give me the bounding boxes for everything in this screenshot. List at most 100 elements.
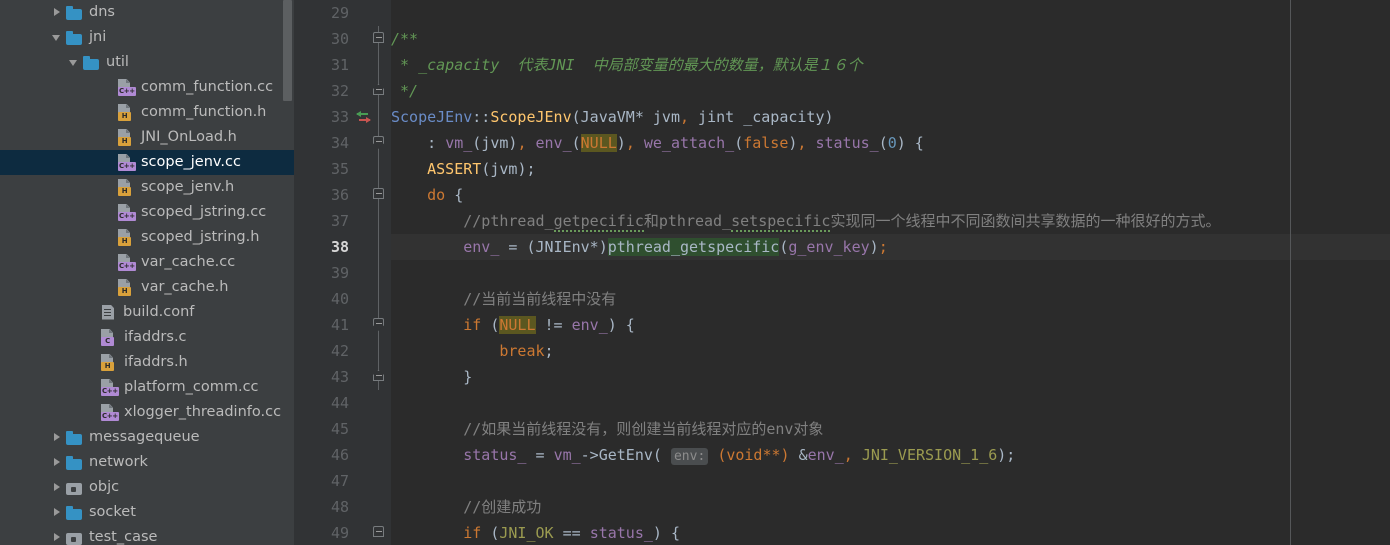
tree-item-xlogger-threadinfo-cc[interactable]: C++ xlogger_threadinfo.cc	[0, 400, 294, 425]
tree-item-objc[interactable]: objc	[0, 475, 294, 500]
fold-end-icon[interactable]	[373, 370, 386, 383]
h-file-icon: H	[117, 179, 135, 196]
code-line[interactable]: 46 status_ = vm_->GetEnv( env: (void**) …	[303, 442, 1390, 468]
code-line-text: //pthread_getpecific和pthread_setspecific…	[463, 212, 1221, 232]
code-line[interactable]: 37 //pthread_getpecific和pthread_setspeci…	[303, 208, 1390, 234]
tree-item-label: test_case	[89, 529, 158, 545]
tree-item-dns[interactable]: dns	[0, 0, 294, 25]
code-line[interactable]: 43 }	[303, 364, 1390, 390]
gutter-marks	[349, 442, 391, 468]
fold-collapse-icon[interactable]	[373, 136, 386, 149]
tree-item-ifaddrs-c[interactable]: Cifaddrs.c	[0, 325, 294, 350]
panel-divider[interactable]	[294, 0, 303, 545]
line-number: 42	[330, 342, 349, 360]
chevron-down-icon[interactable]	[68, 50, 83, 75]
line-number: 49	[330, 524, 349, 542]
code-line[interactable]: 31 * _capacity 代表JNI 中局部变量的最大的数量，默认是１６个	[303, 52, 1390, 78]
fold-end-icon[interactable]	[373, 84, 386, 97]
chevron-right-icon[interactable]	[51, 450, 66, 475]
tree-item-network[interactable]: network	[0, 450, 294, 475]
code-line[interactable]: 41 if (NULL != env_) {	[303, 312, 1390, 338]
code-line[interactable]: 47	[303, 468, 1390, 494]
code-line[interactable]: 36 do {	[303, 182, 1390, 208]
code-line[interactable]: 49 if (JNI_OK == status_) {	[303, 520, 1390, 545]
tree-item-ifaddrs-h[interactable]: Hifaddrs.h	[0, 350, 294, 375]
tree-item-scoped-jstring-h[interactable]: Hscoped_jstring.h	[0, 225, 294, 250]
folder-icon	[83, 55, 100, 71]
tree-item-comm-function-h[interactable]: Hcomm_function.h	[0, 100, 294, 125]
tree-item-label: scope_jenv.cc	[141, 154, 241, 170]
tree-item-platform-comm-cc[interactable]: C++ platform_comm.cc	[0, 375, 294, 400]
tree-item-label: scoped_jstring.h	[141, 229, 260, 245]
code-line[interactable]: 42 break;	[303, 338, 1390, 364]
tree-item-messagequeue[interactable]: messagequeue	[0, 425, 294, 450]
project-tree-panel[interactable]: dns jni util C++ comm_function.cc Hcomm_funct…	[0, 0, 294, 545]
chevron-right-icon[interactable]	[51, 475, 66, 500]
tree-item-var-cache-cc[interactable]: C++ var_cache.cc	[0, 250, 294, 275]
tree-item-label: jni	[89, 29, 107, 45]
code-line[interactable]: 34 : vm_(jvm), env_(NULL), we_attach_(fa…	[303, 130, 1390, 156]
code-line-text: break;	[499, 342, 554, 360]
gutter-marks	[349, 416, 391, 442]
fold-collapse-icon[interactable]	[373, 318, 386, 331]
tree-item-socket[interactable]: socket	[0, 500, 294, 525]
code-line-text: : vm_(jvm), env_(NULL), we_attach_(false…	[427, 134, 924, 152]
code-line[interactable]: 44	[303, 390, 1390, 416]
code-line[interactable]: 30 /**	[303, 26, 1390, 52]
file-type-badge: C++	[101, 412, 119, 421]
fold-connector	[378, 260, 379, 286]
chevron-right-icon[interactable]	[51, 425, 66, 450]
gutter-marks	[349, 0, 391, 26]
code-line[interactable]: 45 //如果当前线程没有，则创建当前线程对应的env对象	[303, 416, 1390, 442]
gutter-marks	[349, 156, 391, 182]
tree-item-scope-jenv-h[interactable]: Hscope_jenv.h	[0, 175, 294, 200]
override-implement-icon[interactable]	[355, 110, 373, 125]
code-line[interactable]: 35 ASSERT(jvm);	[303, 156, 1390, 182]
code-line-text: //如果当前线程没有，则创建当前线程对应的env对象	[463, 420, 824, 438]
sidebar-scrollbar-track[interactable]	[283, 0, 293, 545]
tree-item-test-case[interactable]: test_case	[0, 525, 294, 545]
tree-item-label: scope_jenv.h	[141, 179, 235, 195]
file-type-badge: H	[118, 112, 131, 121]
line-number: 34	[330, 134, 349, 152]
right-margin-guide	[1290, 0, 1291, 545]
tree-item-build-conf[interactable]: build.conf	[0, 300, 294, 325]
tree-item-scope-jenv-cc[interactable]: C++ scope_jenv.cc	[0, 150, 294, 175]
fold-collapse-icon[interactable]	[373, 32, 386, 45]
line-number: 48	[330, 498, 349, 516]
line-number: 40	[330, 290, 349, 308]
chevron-right-icon[interactable]	[51, 525, 66, 545]
tree-item-comm-function-cc[interactable]: C++ comm_function.cc	[0, 75, 294, 100]
chevron-right-icon[interactable]	[51, 0, 66, 25]
project-tree[interactable]: dns jni util C++ comm_function.cc Hcomm_funct…	[0, 0, 294, 545]
code-line-text: status_ = vm_->GetEnv( env: (void**) &en…	[463, 446, 1016, 465]
chevron-right-icon[interactable]	[51, 500, 66, 525]
fold-connector	[378, 234, 379, 260]
code-line[interactable]: 38 env_ = (JNIEnv*)pthread_getspecific(g…	[303, 234, 1390, 260]
tree-item-jni-onload-h[interactable]: H JNI_OnLoad.h	[0, 125, 294, 150]
line-number: 35	[330, 160, 349, 178]
code-line[interactable]: 32 */	[303, 78, 1390, 104]
code-line[interactable]: 33 ScopeJEnv::ScopeJEnv(JavaVM* jvm, jint…	[303, 104, 1390, 130]
editor-lines[interactable]: 29 30 /** 31 * _capacity 代表JNI 中局部变量的最大的数量，…	[303, 0, 1390, 545]
file-type-badge: C++	[118, 262, 136, 271]
tree-item-var-cache-h[interactable]: Hvar_cache.h	[0, 275, 294, 300]
fold-collapse-icon[interactable]	[373, 526, 386, 539]
code-line[interactable]: 48 //创建成功	[303, 494, 1390, 520]
code-editor[interactable]: 29 30 /** 31 * _capacity 代表JNI 中局部变量的最大的数量，…	[303, 0, 1390, 545]
tree-item-scoped-jstring-cc[interactable]: C++ scoped_jstring.cc	[0, 200, 294, 225]
line-number: 32	[330, 82, 349, 100]
tree-item-util[interactable]: util	[0, 50, 294, 75]
code-line[interactable]: 40 //当前当前线程中没有	[303, 286, 1390, 312]
sidebar-scrollbar-thumb[interactable]	[283, 0, 292, 101]
code-line[interactable]: 29	[303, 0, 1390, 26]
fold-connector	[378, 286, 379, 312]
fold-collapse-icon[interactable]	[373, 188, 386, 201]
code-line[interactable]: 39	[303, 260, 1390, 286]
tree-item-jni[interactable]: jni	[0, 25, 294, 50]
chevron-down-icon[interactable]	[51, 25, 66, 50]
